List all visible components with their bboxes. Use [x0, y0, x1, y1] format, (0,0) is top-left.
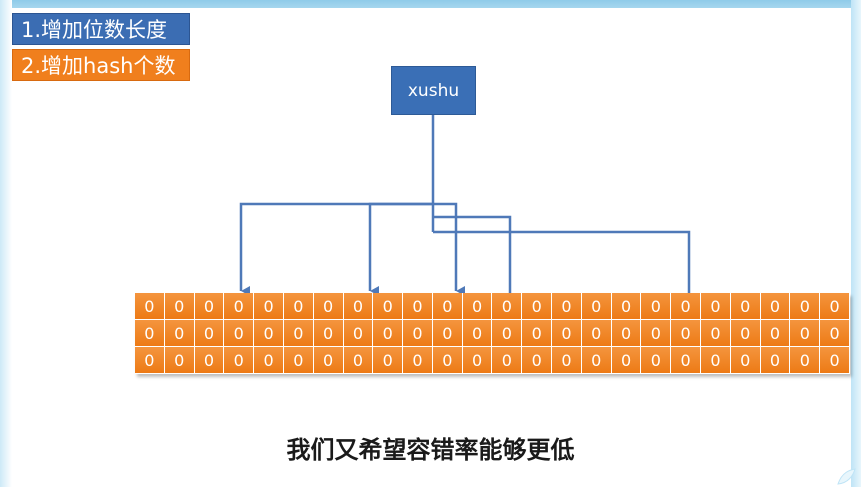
- bit-cell: 0: [760, 320, 791, 347]
- subtitle-caption: 我们又希望容错率能够更低: [286, 436, 575, 464]
- bit-cell: 0: [671, 293, 702, 320]
- bit-cell: 0: [641, 320, 672, 347]
- bit-cell: 0: [701, 347, 731, 374]
- bit-cell: 0: [432, 293, 463, 320]
- bit-cell: 0: [671, 320, 702, 347]
- bit-cell: 0: [283, 293, 314, 320]
- bit-cell: 0: [462, 347, 493, 374]
- bit-cell: 0: [194, 293, 225, 320]
- bit-cell: 0: [552, 320, 582, 347]
- bit-cell: 0: [730, 293, 761, 320]
- bit-cell: 0: [373, 347, 404, 374]
- bit-cell: 0: [760, 293, 791, 320]
- bit-cell: 0: [671, 347, 702, 374]
- bit-cell: 0: [283, 320, 314, 347]
- bit-cell: 0: [760, 347, 791, 374]
- bit-cell: 0: [790, 347, 821, 374]
- bit-cell: 0: [432, 347, 463, 374]
- bit-cell: 0: [641, 293, 672, 320]
- bit-cell: 0: [343, 347, 374, 374]
- bit-cell: 0: [313, 293, 344, 320]
- bit-cell: 0: [790, 320, 821, 347]
- bit-cell: 0: [343, 293, 374, 320]
- bit-cell: 0: [581, 347, 612, 374]
- bit-cell: 0: [164, 293, 195, 320]
- bit-cell: 0: [224, 347, 255, 374]
- bit-cell: 0: [462, 293, 493, 320]
- bit-cell: 0: [611, 320, 642, 347]
- bit-cell: 0: [135, 320, 165, 347]
- bit-cell: 0: [403, 293, 433, 320]
- bit-cell: 0: [581, 320, 612, 347]
- bit-cell: 0: [373, 293, 404, 320]
- bit-cell: 0: [641, 347, 672, 374]
- bit-cell: 0: [581, 293, 612, 320]
- leaf-logo-icon: [837, 468, 856, 485]
- bit-cell: 0: [492, 320, 523, 347]
- arrow-1: [239, 202, 433, 296]
- bit-cell: 0: [552, 347, 582, 374]
- bit-cell: 0: [254, 347, 284, 374]
- bit-cell: 0: [283, 347, 314, 374]
- bit-cell: 0: [611, 347, 642, 374]
- bit-cell: 0: [194, 347, 225, 374]
- bit-cell: 0: [135, 347, 165, 374]
- bit-cell: 0: [820, 347, 850, 374]
- bit-cell: 0: [701, 320, 731, 347]
- bit-cell: 0: [313, 320, 344, 347]
- bit-cell: 0: [224, 320, 255, 347]
- arrow-2: [368, 202, 433, 296]
- bit-cell: 0: [701, 293, 731, 320]
- bit-cell: 0: [254, 320, 284, 347]
- bit-cell: 0: [492, 347, 523, 374]
- bit-cell: 0: [313, 347, 344, 374]
- bit-cell: 0: [432, 320, 463, 347]
- bit-cell: 0: [343, 320, 374, 347]
- bit-cell: 0: [403, 320, 433, 347]
- bit-cell: 0: [403, 347, 433, 374]
- bit-cell: 0: [552, 293, 582, 320]
- bit-array: 0000000000000000000000000000000000000000…: [135, 293, 850, 374]
- bit-cell: 0: [730, 320, 761, 347]
- bit-cell: 0: [135, 293, 165, 320]
- bit-cell: 0: [820, 320, 850, 347]
- bit-cell: 0: [522, 293, 553, 320]
- bit-cell: 0: [224, 293, 255, 320]
- bit-cell: 0: [790, 293, 821, 320]
- bit-cell: 0: [194, 320, 225, 347]
- bit-cell: 0: [820, 293, 850, 320]
- bit-cell: 0: [730, 347, 761, 374]
- bit-cell: 0: [164, 347, 195, 374]
- bit-cell: 0: [492, 293, 523, 320]
- bit-cell: 0: [611, 293, 642, 320]
- bit-cell: 0: [522, 320, 553, 347]
- bit-cell: 0: [462, 320, 493, 347]
- bit-cell: 0: [522, 347, 553, 374]
- bit-cell: 0: [254, 293, 284, 320]
- bit-cell: 0: [164, 320, 195, 347]
- key-node-xushu: xushu: [391, 66, 476, 115]
- bit-cell: 0: [373, 320, 404, 347]
